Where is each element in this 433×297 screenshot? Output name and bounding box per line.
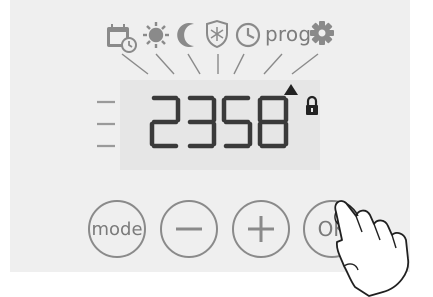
clock-icon bbox=[235, 22, 261, 48]
mode-icon-row bbox=[107, 19, 334, 75]
minus-icon bbox=[176, 227, 202, 231]
plus-button[interactable] bbox=[232, 200, 290, 258]
up-arrow-icon bbox=[284, 84, 298, 95]
plus-icon bbox=[248, 216, 274, 242]
mode-button[interactable]: mode bbox=[88, 200, 146, 258]
minus-button[interactable] bbox=[160, 200, 218, 258]
moon-icon bbox=[177, 23, 194, 47]
lock-icon bbox=[306, 95, 318, 115]
calendar-clock-icon bbox=[107, 24, 137, 53]
display-digits bbox=[149, 95, 289, 149]
snowflake-shield-icon bbox=[206, 19, 228, 49]
prog-label: prog bbox=[265, 22, 312, 46]
pointing-hand-icon bbox=[334, 200, 410, 297]
level-bars bbox=[97, 100, 115, 148]
seven-segment-readout: 2358 bbox=[149, 84, 318, 149]
icon-connector-lines bbox=[121, 53, 319, 75]
mode-button-label: mode bbox=[91, 218, 143, 240]
gear-icon bbox=[310, 21, 334, 45]
sun-icon bbox=[143, 22, 169, 48]
